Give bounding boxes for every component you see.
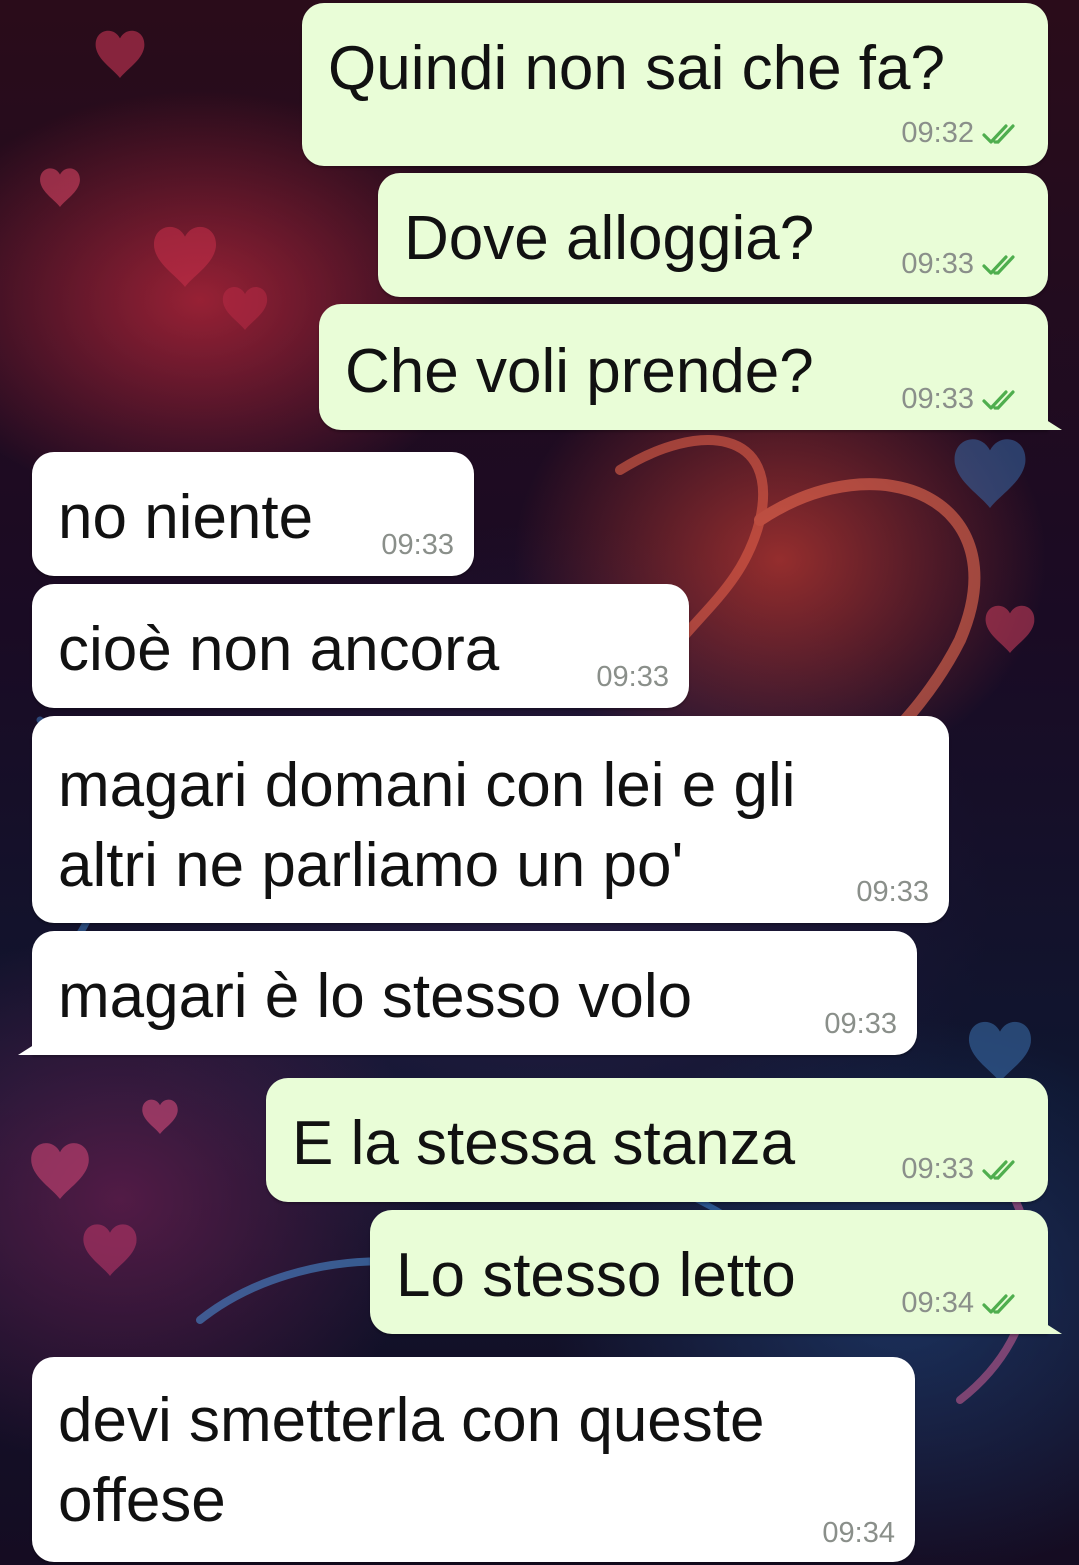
message-text: magari è lo stesso volo [58,962,693,1031]
message-text-line: altri ne parliamo un po' [58,831,684,900]
message-meta: 09:34 [901,1287,1026,1320]
double-check-icon [982,389,1015,410]
message-text-line: devi smetterla con queste [58,1386,765,1455]
message-time: 09:33 [824,1008,897,1040]
message-bubble-incoming[interactable]: no niente 09:33 [32,452,474,576]
message-meta: 09:33 [901,1153,1026,1186]
message-bubble-incoming[interactable]: devi smetterla con queste offese 09:34 [32,1357,915,1562]
message-text: E la stessa stanza [292,1109,796,1178]
message-bubble-outgoing[interactable]: Dove alloggia? 09:33 [378,173,1048,297]
message-bubble-outgoing[interactable]: Quindi non sai che fa? 09:32 [302,3,1048,166]
message-bubble-incoming[interactable]: magari è lo stesso volo 09:33 [18,931,917,1055]
message-meta: 09:33 [596,661,669,694]
double-check-icon [982,1293,1015,1314]
message-time: 09:34 [901,1287,974,1319]
message-meta: 09:33 [824,1008,897,1041]
message-text: Lo stesso letto [396,1241,796,1310]
message-time: 09:34 [822,1517,895,1549]
message-meta: 09:33 [381,529,454,562]
message-bubble-outgoing[interactable]: Lo stesso letto 09:34 [370,1210,1062,1334]
message-meta: 09:32 [901,117,1026,150]
message-meta: 09:33 [856,876,929,909]
message-time: 09:33 [856,876,929,908]
message-bubble-outgoing[interactable]: Che voli prende? 09:33 [319,304,1062,430]
message-time: 09:33 [901,1153,974,1185]
message-meta: 09:34 [822,1517,895,1550]
message-time: 09:33 [901,383,974,415]
message-bubble-incoming[interactable]: cioè non ancora 09:33 [32,584,689,708]
message-meta: 09:33 [901,383,1026,416]
bubble-tail [1040,1320,1062,1334]
message-text-line: magari domani con lei e gli [58,751,796,820]
message-text: Quindi non sai che fa? [328,34,945,103]
double-check-icon [982,254,1015,275]
message-bubble-incoming[interactable]: magari domani con lei e gli altri ne par… [32,716,949,923]
message-meta: 09:33 [901,248,1026,281]
double-check-icon [982,123,1015,144]
message-text: no niente [58,483,314,552]
bubble-tail [1040,416,1062,430]
message-text: Dove alloggia? [404,204,815,273]
message-text: Che voli prende? [345,337,814,406]
bubble-tail [18,1041,40,1055]
message-time: 09:33 [596,661,669,693]
message-bubble-outgoing[interactable]: E la stessa stanza 09:33 [266,1078,1048,1202]
message-time: 09:33 [381,529,454,561]
message-text-line: offese [58,1466,226,1535]
message-text: cioè non ancora [58,615,500,684]
double-check-icon [982,1159,1015,1180]
message-time: 09:32 [901,117,974,149]
message-time: 09:33 [901,248,974,280]
